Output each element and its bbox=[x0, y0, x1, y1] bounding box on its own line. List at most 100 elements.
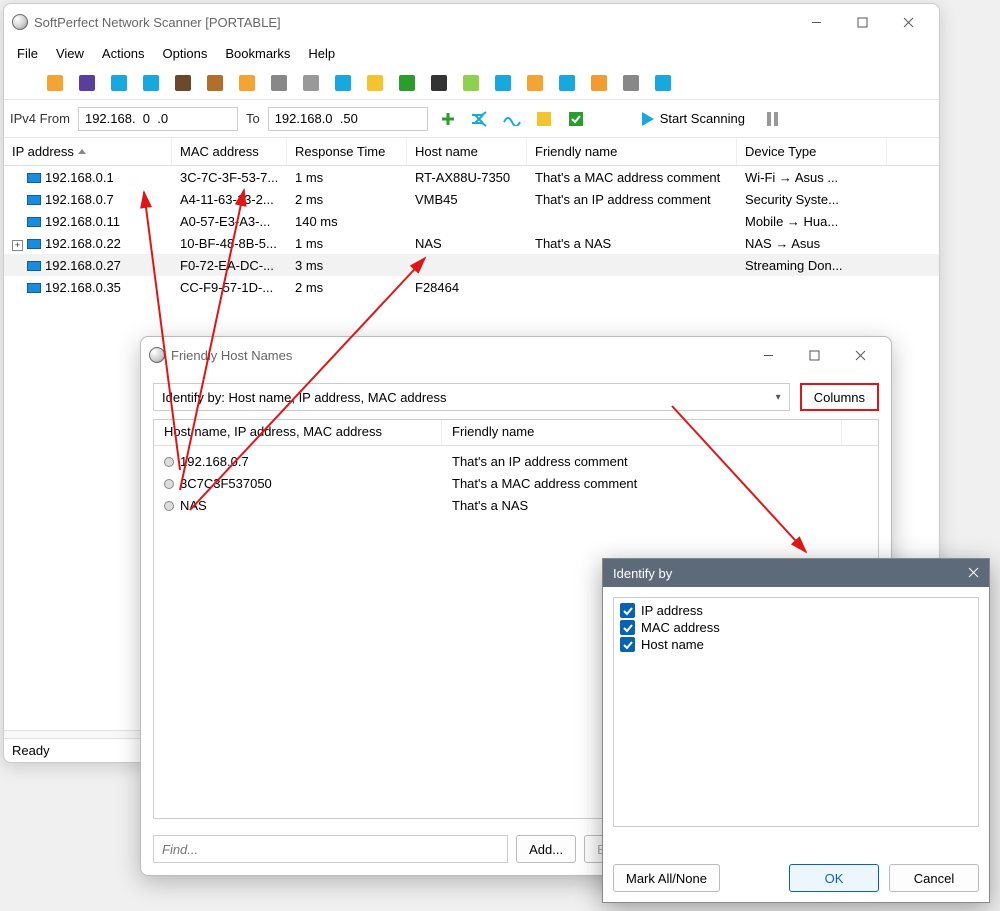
menu-bookmarks[interactable]: Bookmarks bbox=[216, 40, 299, 66]
menu-actions[interactable]: Actions bbox=[93, 40, 154, 66]
grid-body[interactable]: 192.168.0.13C-7C-3F-53-7...1 msRT-AX88U-… bbox=[4, 166, 939, 298]
shuffle-button[interactable] bbox=[468, 107, 492, 131]
list-header[interactable]: Host name, IP address, MAC addressFriend… bbox=[154, 420, 878, 446]
table-row[interactable]: 192.168.0.27F0-72-EA-DC-...3 msStreaming… bbox=[4, 254, 939, 276]
app-icon bbox=[12, 14, 28, 30]
column-host[interactable]: Host name bbox=[407, 138, 527, 165]
chevron-down-icon: ▾ bbox=[776, 392, 781, 403]
column-key[interactable]: Host name, IP address, MAC address bbox=[154, 420, 442, 445]
checkbox-row[interactable]: IP address bbox=[618, 602, 974, 619]
maximize-button[interactable] bbox=[791, 340, 837, 370]
chip-icon[interactable] bbox=[394, 70, 420, 96]
titlebar[interactable]: Identify by bbox=[603, 559, 989, 587]
app-icon bbox=[149, 347, 165, 363]
device-icon bbox=[27, 261, 41, 271]
start-scanning-button[interactable]: Start Scanning bbox=[634, 111, 753, 126]
wmi-icon[interactable] bbox=[426, 70, 452, 96]
menu-bar: FileViewActionsOptionsBookmarksHelp bbox=[4, 40, 939, 66]
close-button[interactable] bbox=[837, 340, 883, 370]
list-item[interactable]: NASThat's a NAS bbox=[154, 494, 878, 516]
column-friendly[interactable]: Friendly name bbox=[442, 420, 842, 445]
save-icon[interactable] bbox=[74, 70, 100, 96]
chart-icon[interactable] bbox=[554, 70, 580, 96]
ip-from-label: IPv4 From bbox=[10, 111, 70, 126]
device-icon bbox=[27, 283, 41, 293]
menu-view[interactable]: View bbox=[47, 40, 93, 66]
folder2-icon[interactable] bbox=[522, 70, 548, 96]
grid-header[interactable]: IP addressMAC addressResponse TimeHost n… bbox=[4, 138, 939, 166]
column-device[interactable]: Device Type bbox=[737, 138, 887, 165]
binoculars-icon[interactable] bbox=[170, 70, 196, 96]
titlebar[interactable]: SoftPerfect Network Scanner [PORTABLE] bbox=[4, 4, 939, 40]
list-add-icon[interactable] bbox=[138, 70, 164, 96]
list-remove-icon[interactable] bbox=[106, 70, 132, 96]
monitor-ip-icon[interactable] bbox=[330, 70, 356, 96]
menu-file[interactable]: File bbox=[8, 40, 47, 66]
checkbox-checked-icon[interactable] bbox=[620, 637, 635, 652]
menu-help[interactable]: Help bbox=[299, 40, 344, 66]
table-row[interactable]: 192.168.0.11A0-57-E3-A3-...140 msMobile … bbox=[4, 210, 939, 232]
globe-icon[interactable] bbox=[650, 70, 676, 96]
add-button[interactable]: Add... bbox=[516, 835, 576, 863]
status-dot-icon bbox=[164, 457, 174, 467]
sort-asc-icon bbox=[78, 149, 86, 154]
minimize-button[interactable] bbox=[793, 7, 839, 37]
minimize-button[interactable] bbox=[745, 340, 791, 370]
note-icon[interactable] bbox=[458, 70, 484, 96]
ip-from-input[interactable] bbox=[78, 107, 238, 131]
clipboard-icon[interactable] bbox=[202, 70, 228, 96]
close-button[interactable] bbox=[968, 566, 979, 581]
column-friendly[interactable]: Friendly name bbox=[527, 138, 737, 165]
ip-to-input[interactable] bbox=[268, 107, 428, 131]
identify-by-combo[interactable]: Identify by: Host name, IP address, MAC … bbox=[153, 383, 790, 411]
loop-button[interactable] bbox=[500, 107, 524, 131]
check-button[interactable] bbox=[564, 107, 588, 131]
columns-button[interactable]: Columns bbox=[800, 383, 879, 411]
status-dot-icon bbox=[164, 479, 174, 489]
mark-all-none-button[interactable]: Mark All/None bbox=[613, 864, 720, 892]
column-mac[interactable]: MAC address bbox=[172, 138, 287, 165]
checkbox-checked-icon[interactable] bbox=[620, 620, 635, 635]
device-icon bbox=[27, 173, 41, 183]
menu-options[interactable]: Options bbox=[154, 40, 217, 66]
pause-button[interactable] bbox=[761, 107, 785, 131]
list-item[interactable]: 3C7C3F537050That's a MAC address comment bbox=[154, 472, 878, 494]
expand-icon[interactable]: + bbox=[12, 240, 23, 251]
cancel-button[interactable]: Cancel bbox=[889, 864, 979, 892]
open-folder-icon[interactable] bbox=[42, 70, 68, 96]
table-row[interactable]: 192.168.0.13C-7C-3F-53-7...1 msRT-AX88U-… bbox=[4, 166, 939, 188]
window-title: Friendly Host Names bbox=[171, 348, 745, 363]
users-icon[interactable] bbox=[586, 70, 612, 96]
column-ip[interactable]: IP address bbox=[4, 138, 172, 165]
close-button[interactable] bbox=[885, 7, 931, 37]
help-icon[interactable] bbox=[618, 70, 644, 96]
add-range-button[interactable] bbox=[436, 107, 460, 131]
play-icon bbox=[642, 112, 654, 126]
status-dot-icon bbox=[164, 501, 174, 511]
ok-button[interactable]: OK bbox=[789, 864, 879, 892]
identify-list[interactable]: IP addressMAC addressHost name bbox=[613, 597, 979, 827]
list-item[interactable]: 192.168.0.7That's an IP address comment bbox=[154, 450, 878, 472]
device-icon bbox=[27, 217, 41, 227]
table-row[interactable]: +192.168.0.2210-BF-48-8B-5...1 msNASThat… bbox=[4, 232, 939, 254]
find-input[interactable] bbox=[153, 835, 508, 863]
window-title: SoftPerfect Network Scanner [PORTABLE] bbox=[34, 15, 793, 30]
device-icon bbox=[27, 239, 41, 249]
note-button[interactable] bbox=[532, 107, 556, 131]
titlebar[interactable]: Friendly Host Names bbox=[141, 337, 891, 373]
checkbox-row[interactable]: MAC address bbox=[618, 619, 974, 636]
gear-icon[interactable] bbox=[490, 70, 516, 96]
checkbox-checked-icon[interactable] bbox=[620, 603, 635, 618]
checkbox-row[interactable]: Host name bbox=[618, 636, 974, 653]
table-row[interactable]: 192.168.0.7A4-11-63-13-2...2 msVMB45That… bbox=[4, 188, 939, 210]
maximize-button[interactable] bbox=[839, 7, 885, 37]
bulb-icon[interactable] bbox=[362, 70, 388, 96]
pause-icon bbox=[767, 112, 778, 126]
folder-icon[interactable] bbox=[234, 70, 260, 96]
column-resp[interactable]: Response Time bbox=[287, 138, 407, 165]
filter-icon[interactable] bbox=[266, 70, 292, 96]
tools-icon[interactable] bbox=[298, 70, 324, 96]
table-row[interactable]: 192.168.0.35CC-F9-57-1D-...2 msF28464 bbox=[4, 276, 939, 298]
toolbar bbox=[4, 66, 939, 100]
new-file-icon[interactable] bbox=[10, 70, 36, 96]
